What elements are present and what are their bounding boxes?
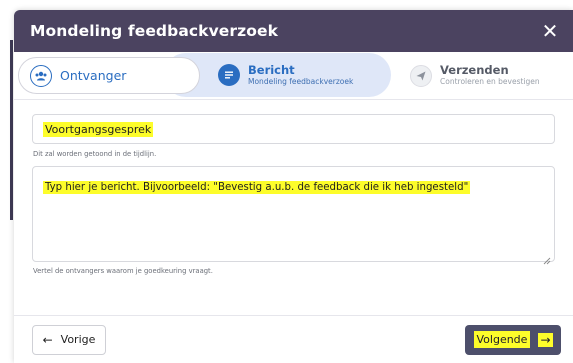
feedback-request-dialog: Mondeling feedbackverzoek ✕ Ontvanger Be… (14, 10, 573, 363)
backdrop-edge (10, 40, 13, 220)
step-message-label: Bericht (248, 62, 295, 77)
close-icon: ✕ (541, 19, 559, 43)
arrow-right-icon: → (538, 332, 553, 347)
previous-button-label: Vorige (60, 333, 96, 346)
resize-grip-icon[interactable] (543, 250, 551, 265)
form-content: Voortgangsgesprek Dit zal worden getoond… (14, 100, 573, 275)
previous-button[interactable]: ← Vorige (32, 324, 106, 355)
dialog-footer: ← Vorige Volgende → (14, 315, 573, 363)
step-recipient-label: Ontvanger (60, 68, 127, 83)
step-send-sublabel: Controleren en bevestigen (440, 77, 540, 86)
next-button[interactable]: Volgende → (465, 324, 561, 355)
message-icon (218, 64, 240, 86)
message-placeholder: Typ hier je bericht. Bijvoorbeeld: "Beve… (43, 181, 471, 194)
users-icon (30, 64, 52, 87)
arrow-left-icon: ← (42, 332, 53, 347)
message-textarea[interactable]: Typ hier je bericht. Bijvoorbeeld: "Beve… (32, 166, 555, 265)
step-message-sublabel: Mondeling feedbackverzoek (248, 76, 354, 86)
dialog-title: Mondeling feedbackverzoek (30, 22, 279, 40)
title-hint: Dit zal worden getoond in de tijdlijn. (33, 150, 157, 158)
step-send[interactable]: Verzenden Controleren en bevestigen (406, 57, 566, 94)
title-input[interactable]: Voortgangsgesprek (32, 114, 555, 144)
dialog-header: Mondeling feedbackverzoek ✕ (14, 10, 573, 52)
close-button[interactable]: ✕ (539, 19, 561, 43)
step-recipient[interactable]: Ontvanger (18, 57, 200, 94)
step-send-label: Verzenden (440, 63, 509, 77)
send-icon (410, 64, 432, 87)
title-input-value: Voortgangsgesprek (43, 121, 154, 137)
next-button-label: Volgende (473, 331, 531, 348)
message-hint: Vertel de ontvangers waarom je goedkeuri… (33, 267, 213, 275)
step-message[interactable]: Bericht Mondeling feedbackverzoek (206, 53, 391, 97)
stepper: Ontvanger Bericht Mondeling feedbackverz… (14, 52, 573, 100)
